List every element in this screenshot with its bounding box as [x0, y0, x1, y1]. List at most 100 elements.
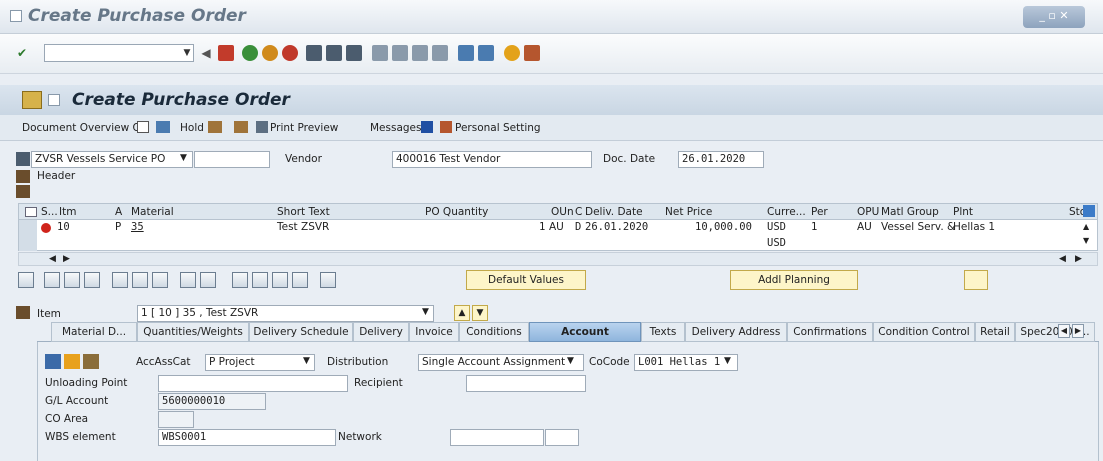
copy-icon[interactable] [132, 272, 148, 288]
tab-texts[interactable]: Texts [641, 322, 685, 342]
layout-menu-icon[interactable] [524, 45, 540, 61]
cell-currency-row2[interactable]: USD [767, 237, 786, 249]
paste-icon[interactable] [152, 272, 168, 288]
table-horizontal-scrollbar[interactable]: ◀ ▶ ◀ ▶ [18, 252, 1098, 266]
window-menu-icon[interactable] [10, 10, 22, 22]
doc-date-field[interactable]: 26.01.2020 [678, 151, 764, 168]
col-po-quantity[interactable]: PO Quantity [425, 206, 488, 218]
wbs-element-field[interactable]: WBS0001 [158, 429, 336, 446]
cell-net-price[interactable]: 10,000.00 [695, 221, 752, 233]
distribution-select[interactable]: Single Account Assignment [418, 354, 584, 371]
print-preview-button[interactable]: Print Preview [270, 122, 338, 134]
distribution-icon[interactable] [83, 354, 99, 369]
enter-check-icon[interactable]: ✔ [14, 45, 30, 61]
select-block-icon[interactable] [64, 272, 80, 288]
tab-delivery[interactable]: Delivery [353, 322, 409, 342]
row-selector[interactable] [19, 220, 37, 251]
settings-icon[interactable] [234, 121, 248, 133]
header-section-label[interactable]: Header [37, 170, 75, 182]
cancel-icon[interactable] [282, 45, 298, 61]
po-number-field[interactable] [194, 151, 270, 168]
chevron-down-icon[interactable]: ▼ [303, 356, 310, 366]
other-document-icon[interactable] [156, 121, 170, 133]
first-page-icon[interactable] [372, 45, 388, 61]
personal-setting-button[interactable]: Personal Setting [455, 122, 541, 134]
scroll-right-icon[interactable]: ▶ [63, 254, 70, 264]
tab-scroll-right-icon[interactable]: ▶ [1072, 324, 1084, 338]
cell-deliv-date[interactable]: 26.01.2020 [585, 221, 648, 233]
tab-conditions[interactable]: Conditions [459, 322, 529, 342]
cell-opu[interactable]: AU [857, 221, 872, 233]
last-page-icon[interactable] [432, 45, 448, 61]
acc-ass-cat-select[interactable]: P Project [205, 354, 315, 371]
cell-po-quantity[interactable]: 1 [539, 221, 545, 233]
sort-ascending-icon[interactable] [252, 272, 268, 288]
print-icon[interactable] [306, 45, 322, 61]
select-all-icon[interactable] [25, 207, 37, 217]
cell-per[interactable]: 1 [811, 221, 817, 233]
chevron-down-icon[interactable]: ▼ [567, 356, 574, 366]
network-activity-field[interactable] [545, 429, 579, 446]
other-po-icon[interactable] [48, 94, 60, 106]
chevron-down-icon[interactable]: ▼ [422, 307, 429, 317]
print-list-icon[interactable] [232, 272, 248, 288]
save-icon[interactable] [218, 45, 234, 61]
cell-oun[interactable]: AU [549, 221, 564, 233]
scroll-up-icon[interactable]: ▲ [1083, 222, 1089, 231]
col-oun[interactable]: OUn [551, 206, 574, 218]
col-a[interactable]: A [115, 206, 122, 218]
multiple-account-icon[interactable] [64, 354, 80, 369]
tab-retail[interactable]: Retail [975, 322, 1015, 342]
cell-c[interactable]: D [575, 221, 581, 233]
col-plnt[interactable]: Plnt [953, 206, 973, 218]
messages-button[interactable]: Messages [370, 122, 422, 134]
cell-plnt[interactable]: Hellas 1 [953, 221, 995, 233]
unloading-point-field[interactable] [158, 375, 348, 392]
help-icon[interactable] [504, 45, 520, 61]
col-material[interactable]: Material [131, 206, 174, 218]
tab-condition-control[interactable]: Condition Control [873, 322, 975, 342]
header-expand-icon[interactable] [16, 170, 30, 183]
item-selector[interactable]: 1 [ 10 ] 35 , Test ZSVR [137, 305, 434, 322]
filter-icon[interactable] [272, 272, 288, 288]
next-page-icon[interactable] [412, 45, 428, 61]
vendor-field[interactable]: 400016 Test Vendor [392, 151, 592, 168]
tab-delivery-schedule[interactable]: Delivery Schedule [249, 322, 353, 342]
filter-off-icon[interactable] [292, 272, 308, 288]
check-icon[interactable] [208, 121, 222, 133]
sort-icon[interactable] [200, 272, 216, 288]
default-values-button[interactable]: Default Values [466, 270, 586, 290]
history-back-icon[interactable]: ◀ [198, 45, 214, 61]
addl-planning-button[interactable]: Addl Planning [730, 270, 858, 290]
tab-scroll-left-icon[interactable]: ◀ [1058, 324, 1070, 338]
scroll-down-icon[interactable]: ▼ [1083, 236, 1089, 245]
cell-matl-group[interactable]: Vessel Serv. & [881, 221, 955, 233]
hold-button[interactable]: Hold [180, 122, 204, 134]
ship-status-icon[interactable] [964, 270, 988, 290]
exit-icon[interactable] [262, 45, 278, 61]
cell-short-text[interactable]: Test ZSVR [277, 221, 329, 233]
column-config-icon[interactable] [1083, 205, 1095, 217]
col-net-price[interactable]: Net Price [665, 206, 712, 218]
status-error-icon[interactable] [41, 223, 51, 233]
shortcut-icon[interactable] [478, 45, 494, 61]
recipient-field[interactable] [466, 375, 586, 392]
info-icon[interactable] [421, 121, 433, 133]
tab-delivery-address[interactable]: Delivery Address [685, 322, 787, 342]
cocode-select[interactable]: L001 Hellas 1 [634, 354, 738, 371]
deselect-all-icon[interactable] [84, 272, 100, 288]
single-account-icon[interactable] [45, 354, 61, 369]
items-expand-icon[interactable] [16, 185, 30, 198]
cell-material[interactable]: 35 [131, 221, 144, 233]
tab-quantities-weights[interactable]: Quantities/Weights [137, 322, 249, 342]
cell-currency[interactable]: USD [767, 221, 786, 233]
item-expand-icon[interactable] [16, 306, 30, 319]
chevron-down-icon[interactable]: ▼ [724, 356, 731, 366]
col-currency[interactable]: Curre... [767, 206, 806, 218]
network-field[interactable] [450, 429, 544, 446]
col-status[interactable]: S... [41, 206, 58, 218]
col-c[interactable]: C [575, 206, 582, 218]
cell-itm[interactable]: 10 [57, 221, 70, 233]
col-short-text[interactable]: Short Text [277, 206, 330, 218]
tab-confirmations[interactable]: Confirmations [787, 322, 873, 342]
